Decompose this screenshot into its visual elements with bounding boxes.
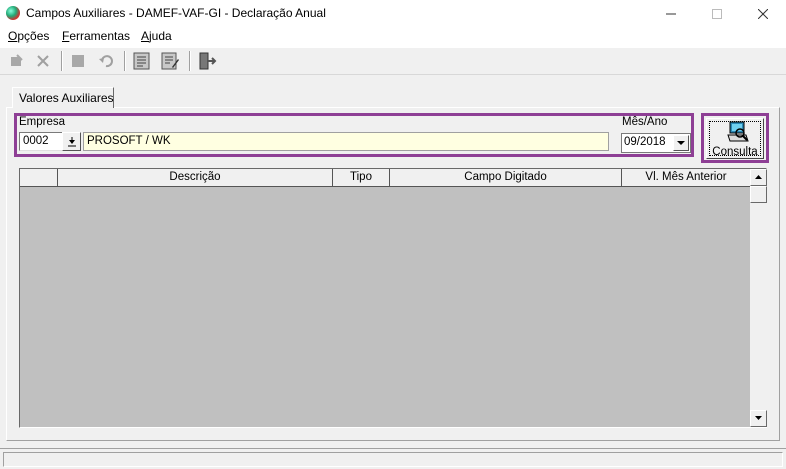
report-button[interactable] (130, 50, 154, 72)
column-header-indicator[interactable] (20, 169, 58, 187)
report-icon (133, 52, 150, 70)
empresa-label: Empresa (19, 116, 66, 128)
app-icon (6, 6, 20, 20)
undo-button[interactable] (94, 50, 118, 72)
menu-ferramentas[interactable]: Ferramentas (61, 29, 131, 43)
exit-button[interactable] (195, 50, 219, 72)
scroll-up-button[interactable] (750, 169, 767, 186)
column-header-vl-mes-anterior[interactable]: Vl. Mês Anterior (622, 169, 750, 187)
empresa-code-input[interactable]: 0002 (19, 132, 63, 151)
toolbar-separator (189, 51, 191, 71)
stop-button[interactable] (66, 50, 90, 72)
minimize-icon (666, 13, 676, 15)
minimize-button[interactable] (648, 0, 694, 28)
data-grid[interactable]: Descrição Tipo Campo Digitado Vl. Mês An… (19, 168, 767, 428)
toolbar (0, 48, 786, 75)
window-title: Campos Auxiliares - DAMEF-VAF-GI - Decla… (26, 6, 326, 20)
consulta-button[interactable]: Consulta (706, 118, 764, 159)
close-button[interactable] (740, 0, 786, 28)
menu-bar: Opções Ferramentas Ajuda (0, 28, 786, 48)
mesano-select[interactable]: 09/2018 (621, 133, 691, 153)
status-bar (0, 448, 786, 469)
computer-search-icon (727, 121, 749, 142)
grid-header: Descrição Tipo Campo Digitado Vl. Mês An… (20, 169, 750, 187)
report-edit-button[interactable] (158, 50, 182, 72)
mesano-value: 09/2018 (624, 136, 666, 148)
edit-icon (11, 54, 23, 66)
delete-icon (37, 55, 49, 67)
arrow-up-icon (755, 175, 762, 179)
empresa-name-field: PROSOFT / WK (83, 132, 609, 151)
arrow-down-icon (755, 416, 762, 420)
toolbar-separator (124, 51, 126, 71)
download-arrow-icon (67, 136, 76, 146)
menu-ajuda[interactable]: Ajuda (140, 29, 173, 43)
exit-icon (199, 52, 217, 70)
menu-opcoes[interactable]: Opções (7, 29, 50, 43)
undo-icon (99, 55, 113, 68)
delete-button[interactable] (31, 50, 55, 72)
maximize-icon (712, 9, 722, 19)
maximize-button (694, 0, 740, 28)
tab-valores-auxiliares[interactable]: Valores Auxiliares (12, 87, 114, 108)
stop-icon (72, 55, 84, 67)
mesano-label: Mês/Ano (622, 116, 668, 128)
status-panel (3, 452, 783, 467)
edit-button[interactable] (4, 50, 28, 72)
column-header-descricao[interactable]: Descrição (58, 169, 333, 187)
empresa-lookup-button[interactable] (62, 132, 81, 151)
scroll-down-button[interactable] (750, 410, 767, 427)
tab-label: Valores Auxiliares (19, 91, 114, 105)
column-header-campo-digitado[interactable]: Campo Digitado (390, 169, 622, 187)
column-header-tipo[interactable]: Tipo (333, 169, 390, 187)
consulta-label: Consulta (712, 146, 758, 158)
mesano-dropdown-button[interactable] (673, 135, 689, 151)
toolbar-separator (61, 51, 63, 71)
vertical-scrollbar[interactable] (750, 169, 767, 427)
chevron-down-icon (677, 141, 685, 145)
report-edit-icon (161, 52, 179, 70)
title-bar: Campos Auxiliares - DAMEF-VAF-GI - Decla… (0, 0, 786, 28)
close-icon (758, 9, 768, 19)
scroll-thumb[interactable] (750, 186, 767, 203)
